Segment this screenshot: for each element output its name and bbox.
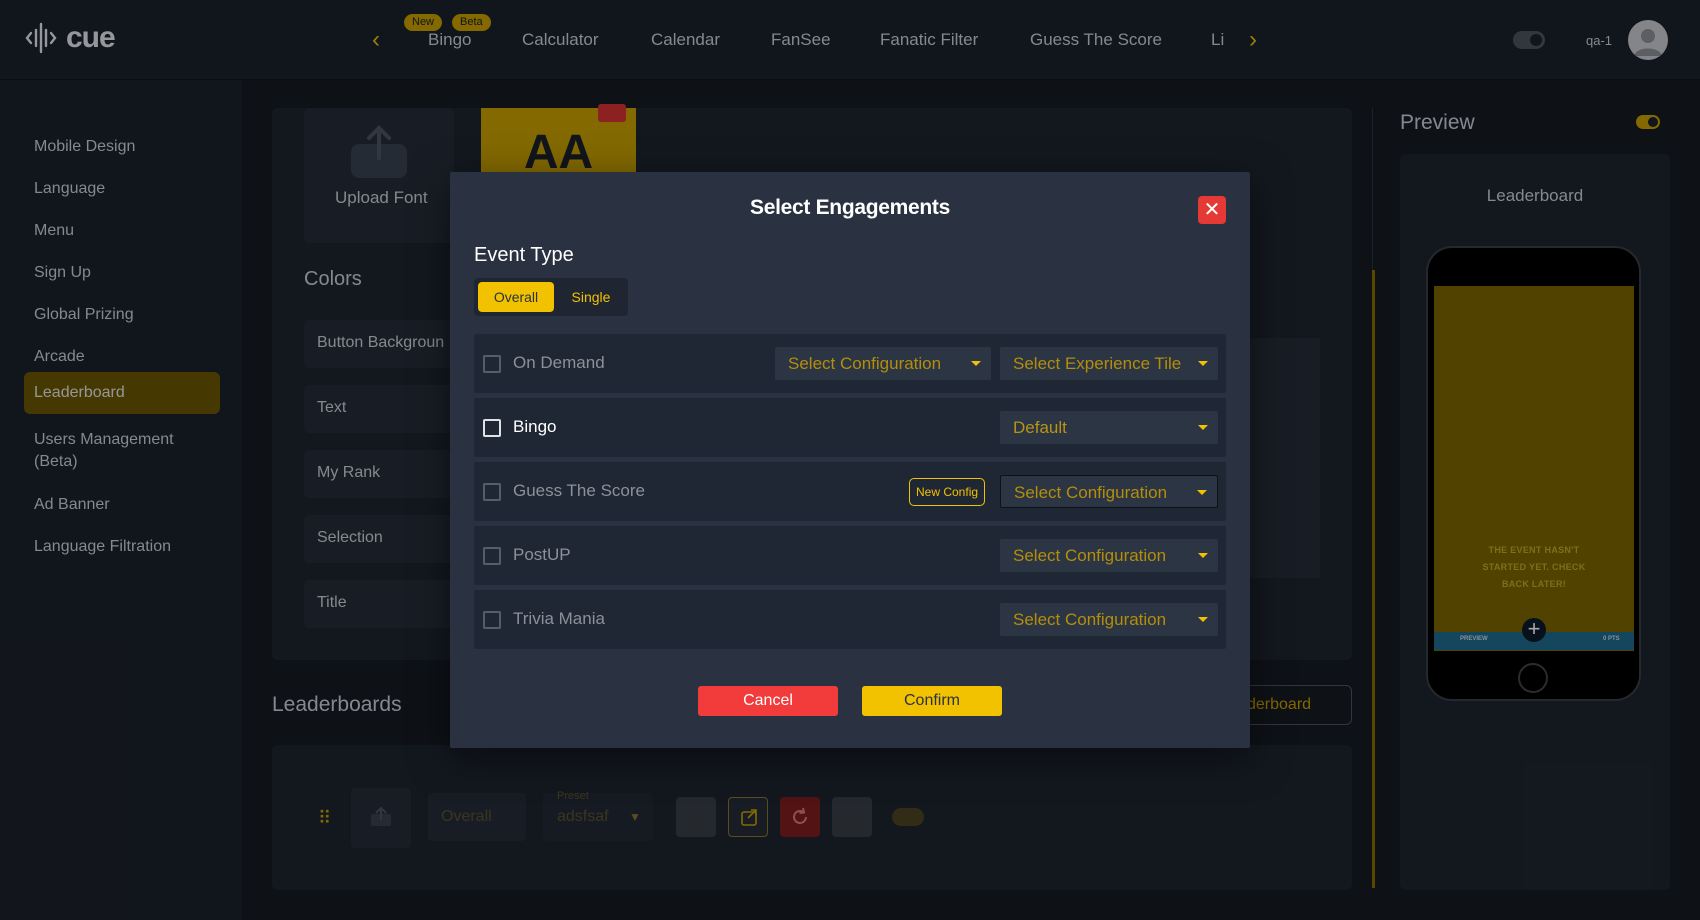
- event-type-label: Event Type: [474, 244, 574, 266]
- event-type-overall[interactable]: Overall: [478, 282, 554, 312]
- select-experience-tile-dropdown[interactable]: Select Experience Tile: [1000, 347, 1218, 380]
- dropdown-value: Select Experience Tile: [1013, 354, 1182, 373]
- engagement-row-guess-the-score: Guess The Score New Config Select Config…: [474, 462, 1226, 521]
- engagement-row-bingo: Bingo Default: [474, 398, 1226, 457]
- caret-down-icon: [1198, 553, 1208, 558]
- caret-down-icon: [971, 361, 981, 366]
- cancel-button[interactable]: Cancel: [698, 686, 838, 716]
- dropdown-value: Select Configuration: [1014, 483, 1168, 502]
- engagement-name: Trivia Mania: [513, 609, 605, 628]
- engagement-row-trivia-mania: Trivia Mania Select Configuration: [474, 590, 1226, 649]
- select-configuration-dropdown[interactable]: Select Configuration: [1000, 539, 1218, 572]
- modal-title: Select Engagements: [749, 196, 950, 219]
- dropdown-value: Select Configuration: [1013, 610, 1167, 629]
- dropdown-value: Default: [1013, 418, 1067, 437]
- event-type-single[interactable]: Single: [558, 282, 624, 312]
- select-configuration-dropdown[interactable]: Select Configuration: [1000, 603, 1218, 636]
- checkbox-bingo[interactable]: [483, 419, 501, 437]
- configuration-dropdown[interactable]: Default: [1000, 411, 1218, 444]
- caret-down-icon: [1197, 490, 1207, 495]
- caret-down-icon: [1198, 361, 1208, 366]
- engagement-name: PostUP: [513, 545, 571, 564]
- caret-down-icon: [1198, 617, 1208, 622]
- engagement-row-on-demand: On Demand Select Configuration Select Ex…: [474, 334, 1226, 393]
- checkbox-on-demand[interactable]: [483, 355, 501, 373]
- engagement-name: On Demand: [513, 353, 605, 372]
- confirm-button[interactable]: Confirm: [862, 686, 1002, 716]
- new-config-button[interactable]: New Config: [909, 478, 986, 506]
- engagement-name: Guess The Score: [513, 481, 645, 500]
- caret-down-icon: [1198, 425, 1208, 430]
- engagement-name: Bingo: [513, 417, 557, 436]
- select-configuration-dropdown[interactable]: Select Configuration: [775, 347, 991, 380]
- event-type-toggle: Overall Single: [474, 278, 628, 316]
- select-configuration-dropdown[interactable]: Select Configuration: [1000, 475, 1218, 508]
- engagement-row-postup: PostUP Select Configuration: [474, 526, 1226, 585]
- checkbox-guess-the-score[interactable]: [483, 483, 501, 501]
- checkbox-trivia-mania[interactable]: [483, 611, 501, 629]
- dropdown-value: Select Configuration: [1013, 546, 1167, 565]
- dropdown-value: Select Configuration: [788, 354, 942, 373]
- select-engagements-modal: Select Engagements ✕ Event Type Overall …: [450, 172, 1250, 748]
- checkbox-postup[interactable]: [483, 547, 501, 565]
- close-icon[interactable]: ✕: [1198, 196, 1226, 224]
